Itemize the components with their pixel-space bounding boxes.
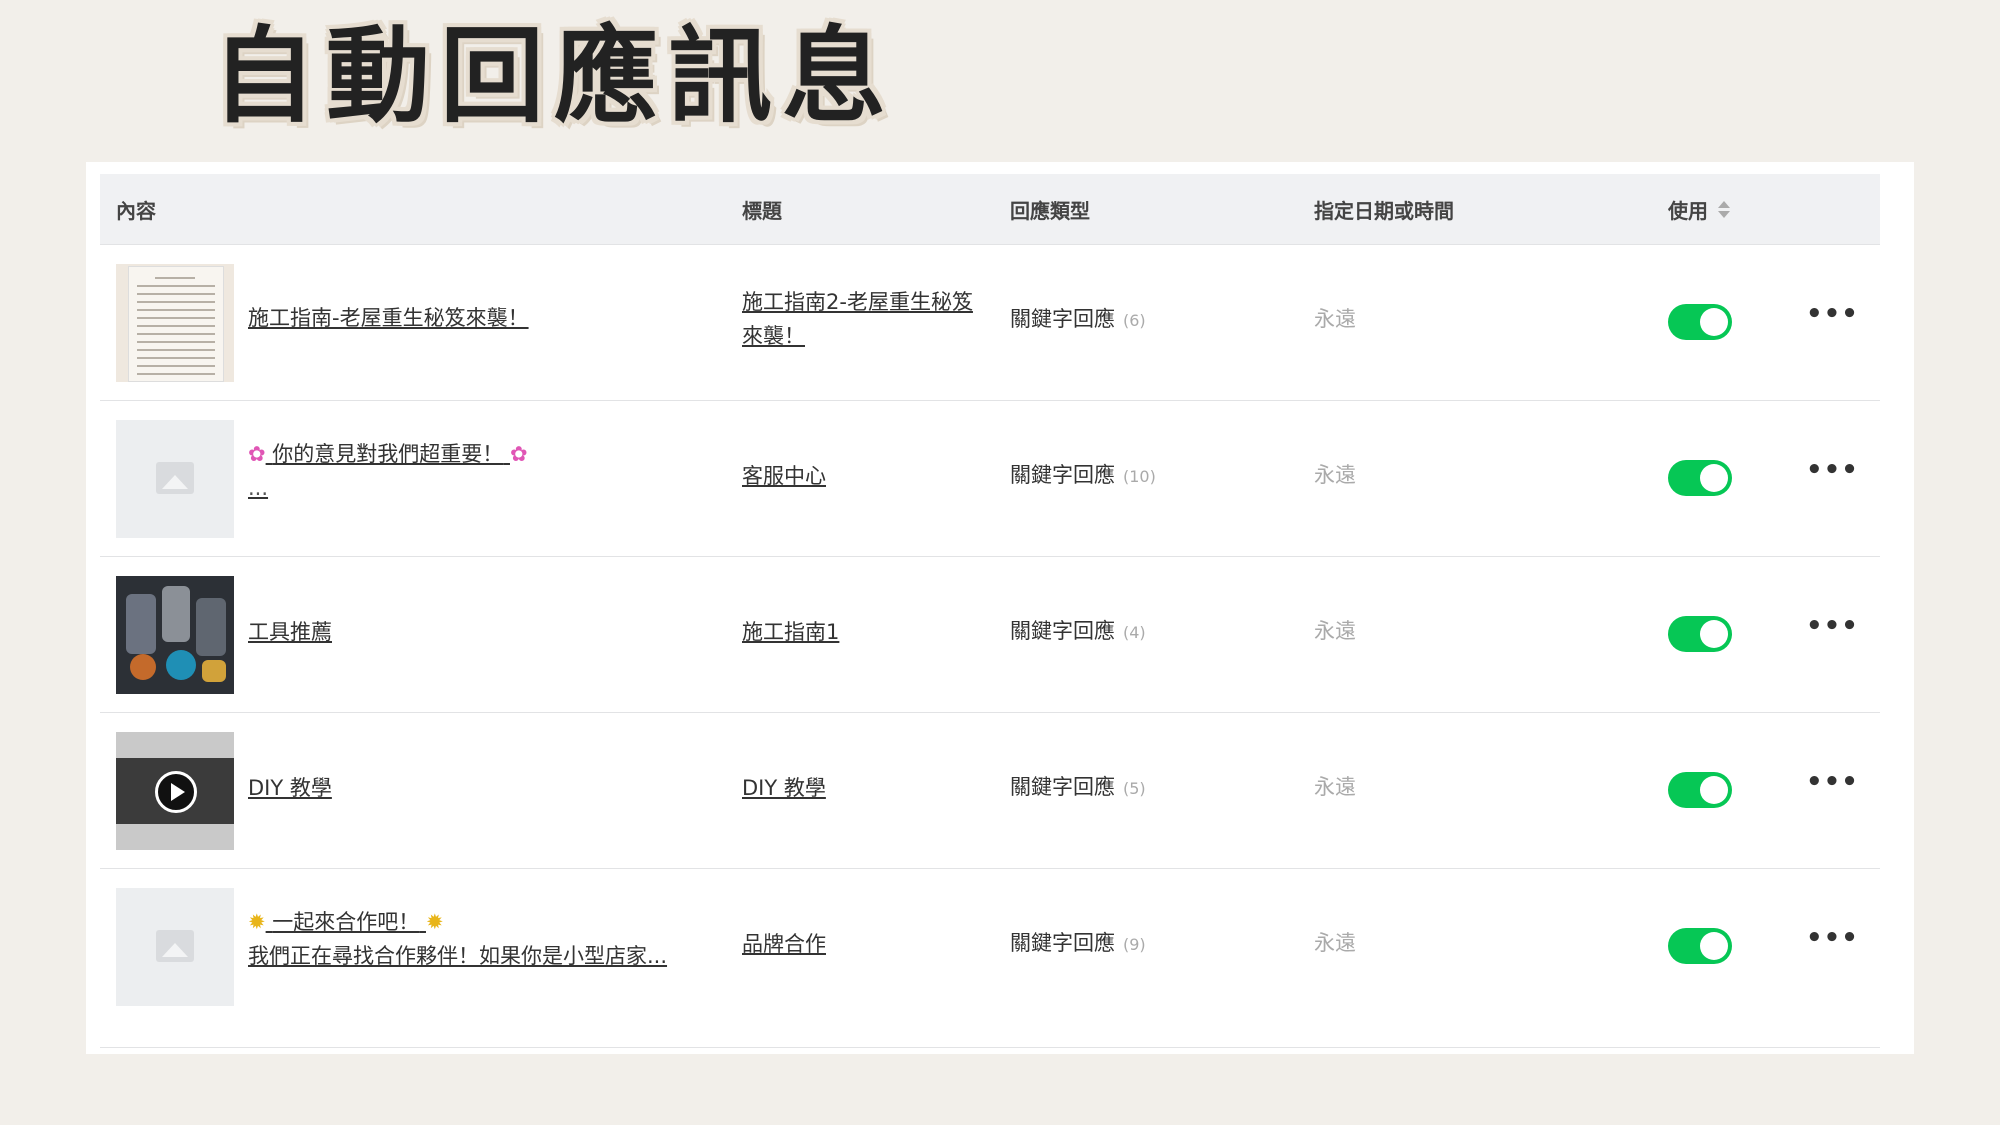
document-thumbnail[interactable] xyxy=(116,264,234,382)
header-type: 回應類型 xyxy=(1010,198,1090,223)
date-value: 永遠 xyxy=(1314,775,1356,799)
header-date: 指定日期或時間 xyxy=(1314,198,1454,223)
play-icon[interactable] xyxy=(155,771,197,813)
content-link[interactable]: 施工指南-老屋重生秘笈來襲！ xyxy=(248,301,529,335)
title-link[interactable]: 施工指南2-老屋重生秘笈來襲！ xyxy=(742,285,982,353)
more-options-icon[interactable]: ••• xyxy=(1806,611,1859,641)
auto-reply-table: 內容 標題 回應類型 指定日期或時間 使用 施工指南-老屋重生秘笈來襲！ 施工指… xyxy=(100,174,1880,1048)
enabled-toggle[interactable] xyxy=(1668,928,1732,964)
header-enabled-label: 使用 xyxy=(1668,198,1708,223)
reply-type: 關鍵字回應 (10) xyxy=(1010,463,1156,487)
flower-icon: ✿ xyxy=(248,442,266,466)
content-link[interactable]: DIY 教學 xyxy=(248,771,332,805)
more-options-icon[interactable]: ••• xyxy=(1806,767,1859,797)
reply-type: 關鍵字回應 (4) xyxy=(1010,619,1146,643)
reply-type: 關鍵字回應 (6) xyxy=(1010,307,1146,331)
sun-icon: ✹ xyxy=(425,910,444,934)
header-content: 內容 xyxy=(116,198,156,223)
reply-type: 關鍵字回應 (9) xyxy=(1010,931,1146,955)
video-thumbnail[interactable] xyxy=(116,732,234,850)
more-options-icon[interactable]: ••• xyxy=(1806,299,1859,329)
keyword-count: (4) xyxy=(1123,623,1146,642)
date-value: 永遠 xyxy=(1314,619,1356,643)
header-enabled[interactable]: 使用 xyxy=(1668,174,1730,244)
content-link[interactable]: ✿ 你的意見對我們超重要！ ✿ ... xyxy=(248,437,528,505)
enabled-toggle[interactable] xyxy=(1668,304,1732,340)
flower-icon: ✿ xyxy=(509,442,528,466)
placeholder-thumbnail[interactable] xyxy=(116,420,234,538)
placeholder-thumbnail[interactable] xyxy=(116,888,234,1006)
tools-thumbnail[interactable] xyxy=(116,576,234,694)
enabled-toggle[interactable] xyxy=(1668,460,1732,496)
table-row: 施工指南-老屋重生秘笈來襲！ 施工指南2-老屋重生秘笈來襲！ 關鍵字回應 (6) … xyxy=(100,245,1880,401)
image-placeholder-icon xyxy=(156,462,194,494)
enabled-toggle[interactable] xyxy=(1668,772,1732,808)
keyword-count: (9) xyxy=(1123,935,1146,954)
enabled-toggle[interactable] xyxy=(1668,616,1732,652)
content-link[interactable]: 工具推薦 xyxy=(248,615,332,649)
keyword-count: (6) xyxy=(1123,311,1146,330)
page-title: 自動回應訊息 xyxy=(212,15,897,137)
table-row: ✹ 一起來合作吧！ ✹ 我們正在尋找合作夥伴！如果你是小型店家... 品牌合作 … xyxy=(100,869,1880,1048)
date-value: 永遠 xyxy=(1314,463,1356,487)
date-value: 永遠 xyxy=(1314,931,1356,955)
auto-reply-panel: 內容 標題 回應類型 指定日期或時間 使用 施工指南-老屋重生秘笈來襲！ 施工指… xyxy=(86,162,1914,1054)
date-value: 永遠 xyxy=(1314,307,1356,331)
title-link[interactable]: 施工指南1 xyxy=(742,615,839,649)
title-link[interactable]: 品牌合作 xyxy=(742,927,826,961)
table-row: 工具推薦 施工指南1 關鍵字回應 (4) 永遠 ••• xyxy=(100,557,1880,713)
keyword-count: (10) xyxy=(1123,467,1156,486)
reply-type: 關鍵字回應 (5) xyxy=(1010,775,1146,799)
header-title: 標題 xyxy=(742,198,782,223)
table-header: 內容 標題 回應類型 指定日期或時間 使用 xyxy=(100,174,1880,245)
table-row: DIY 教學 DIY 教學 關鍵字回應 (5) 永遠 ••• xyxy=(100,713,1880,869)
content-link[interactable]: ✹ 一起來合作吧！ ✹ 我們正在尋找合作夥伴！如果你是小型店家... xyxy=(248,905,667,973)
table-row: ✿ 你的意見對我們超重要！ ✿ ... 客服中心 關鍵字回應 (10) 永遠 ••… xyxy=(100,401,1880,557)
sort-icon[interactable] xyxy=(1718,200,1730,218)
keyword-count: (5) xyxy=(1123,779,1146,798)
title-link[interactable]: DIY 教學 xyxy=(742,771,826,805)
title-link[interactable]: 客服中心 xyxy=(742,459,826,493)
image-placeholder-icon xyxy=(156,930,194,962)
more-options-icon[interactable]: ••• xyxy=(1806,923,1859,953)
more-options-icon[interactable]: ••• xyxy=(1806,455,1859,485)
sun-icon: ✹ xyxy=(248,910,266,934)
